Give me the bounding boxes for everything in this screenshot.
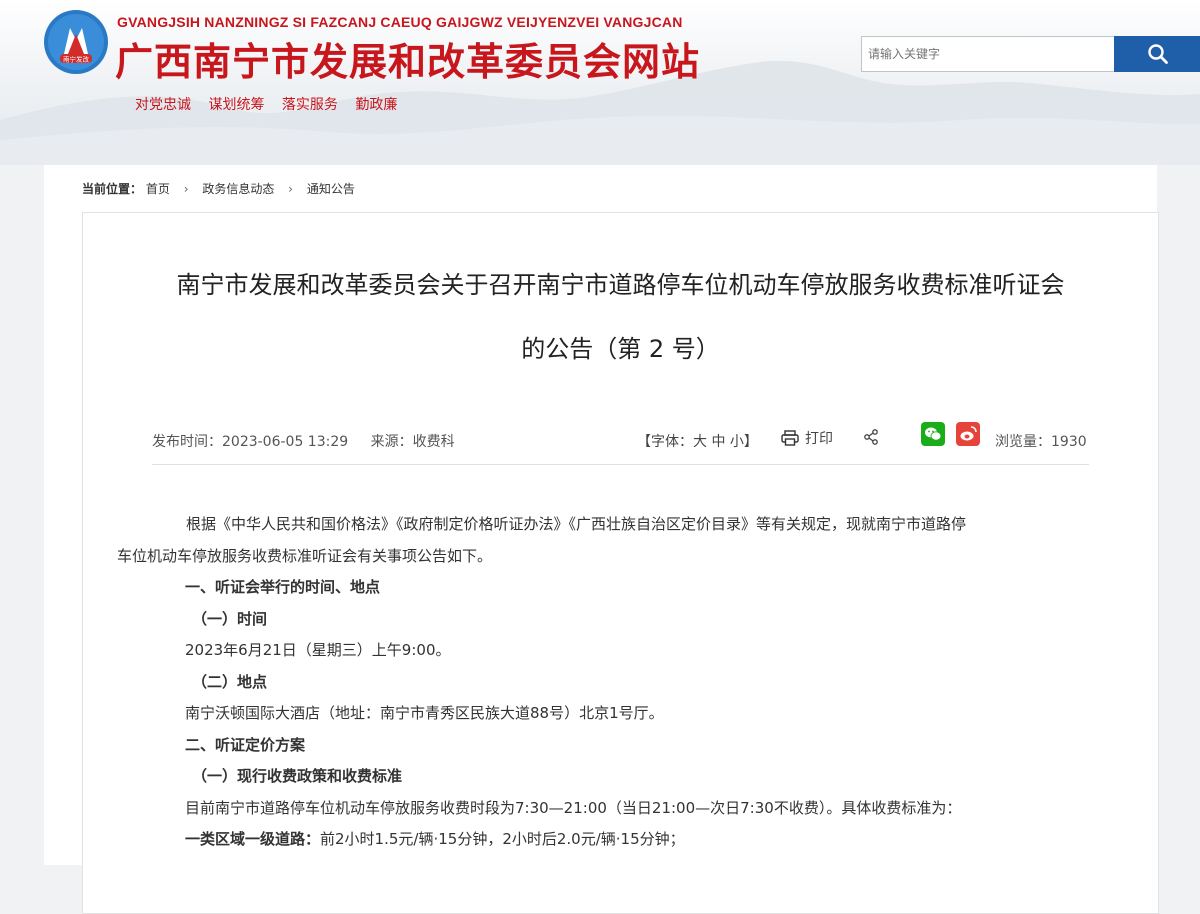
site-name[interactable]: 广西南宁市发展和改革委员会网站 [115,31,700,86]
breadcrumb-chevron-icon: › [288,182,293,196]
weibo-share-icon[interactable] [956,422,980,446]
print-label: 打印 [805,431,833,447]
paragraph: 一类区域一级道路：前2小时1.5元/辆·15分钟，2小时后2.0元/辆·15分钟… [185,824,1091,856]
article-meta: 发布时间：2023-06-05 13:29 来源：收费科 [152,431,473,451]
subsection-heading: （二）地点 [192,672,268,691]
paragraph: 根据《中华人民共和国价格法》《政府制定价格听证办法》《广西壮族自治区定价目录》等… [169,509,1091,541]
site-logo[interactable]: 南宁发改 [44,10,108,74]
publish-time: 发布时间：2023-06-05 13:29 [152,434,349,450]
content-card: 当前位置： 首页 › 政务信息动态 › 通知公告 南宁市发展和改革委员会关于召开… [44,165,1159,914]
wechat-share-icon[interactable] [921,422,945,446]
search-box [861,36,1200,72]
road-class-label: 一类区域一级道路： [185,830,321,848]
breadcrumb-news[interactable]: 政务信息动态 [202,182,274,196]
article-title-line2: 的公告（第 2 号） [521,335,720,363]
paragraph-text: 车位机动车停放服务收费标准听证会有关事项公告如下。 [117,546,493,565]
site-pinyin-name: GVANGJSIH NANZNINGZ SI FAZCANJ CAEUQ GAI… [117,14,683,30]
logo-text: 南宁发改 [63,55,90,64]
search-button[interactable] [1114,36,1200,72]
article-title: 南宁市发展和改革委员会关于召开南宁市道路停车位机动车停放服务收费标准听证会 的公… [143,253,1098,381]
slogan-2: 谋划统筹 [208,97,265,113]
paragraph: 车位机动车停放服务收费标准听证会有关事项公告如下。 [117,541,1091,573]
slogan-3: 落实服务 [281,97,338,113]
meta-divider [152,464,1089,465]
search-icon [1147,44,1168,64]
share-button[interactable] [863,429,879,449]
section-heading: 二、听证定价方案 [185,735,306,754]
printer-icon [781,430,799,446]
view-count: 浏览量：1930 [995,434,1087,450]
article-source: 来源：收费科 [370,434,455,450]
paragraph: 南宁沃顿国际大酒店（地址：南宁市青秀区民族大道88号）北京1号厅。 [185,704,664,722]
site-header: 南宁发改 GVANGJSIH NANZNINGZ SI FAZCANJ CAEU… [0,0,1200,165]
article: 南宁市发展和改革委员会关于召开南宁市道路停车位机动车停放服务收费标准听证会 的公… [82,212,1159,914]
breadcrumb-notices[interactable]: 通知公告 [307,182,355,196]
search-input[interactable] [861,36,1121,72]
breadcrumb: 当前位置： 首页 › 政务信息动态 › 通知公告 [82,180,355,197]
breadcrumb-chevron-icon: › [183,182,189,196]
paragraph-text: 根据《中华人民共和国价格法》《政府制定价格听证办法》《广西壮族自治区定价目录》等… [186,515,967,533]
article-body: 根据《中华人民共和国价格法》《政府制定价格听证办法》《广西壮族自治区定价目录》等… [117,509,1091,856]
breadcrumb-label: 当前位置： [82,182,143,196]
subsection-heading: （一）现行收费政策和收费标准 [192,767,403,785]
print-button[interactable]: 打印 [781,428,833,448]
article-title-line1: 南宁市发展和改革委员会关于召开南宁市道路停车位机动车停放服务收费标准听证会 [176,271,1065,299]
paragraph: 目前南宁市道路停车位机动车停放服务收费时段为7:30—21:00（当日21:00… [185,798,962,817]
font-size-control[interactable]: 【字体：大 中 小】 [637,431,758,451]
subsection-heading: （一）时间 [192,609,268,628]
slogan-1: 对党忠诚 [135,97,191,113]
slogans: 对党忠诚 谋划统筹 落实服务 勤政廉 [135,94,410,114]
breadcrumb-home[interactable]: 首页 [146,182,170,196]
road-class-fee: 前2小时1.5元/辆·15分钟，2小时后2.0元/辆·15分钟； [320,830,685,848]
slogan-4: 勤政廉 [355,97,398,113]
share-icon [864,429,878,445]
section-heading: 一、听证会举行的时间、地点 [185,578,381,596]
paragraph: 2023年6月21日（星期三）上午9:00。 [185,641,451,659]
